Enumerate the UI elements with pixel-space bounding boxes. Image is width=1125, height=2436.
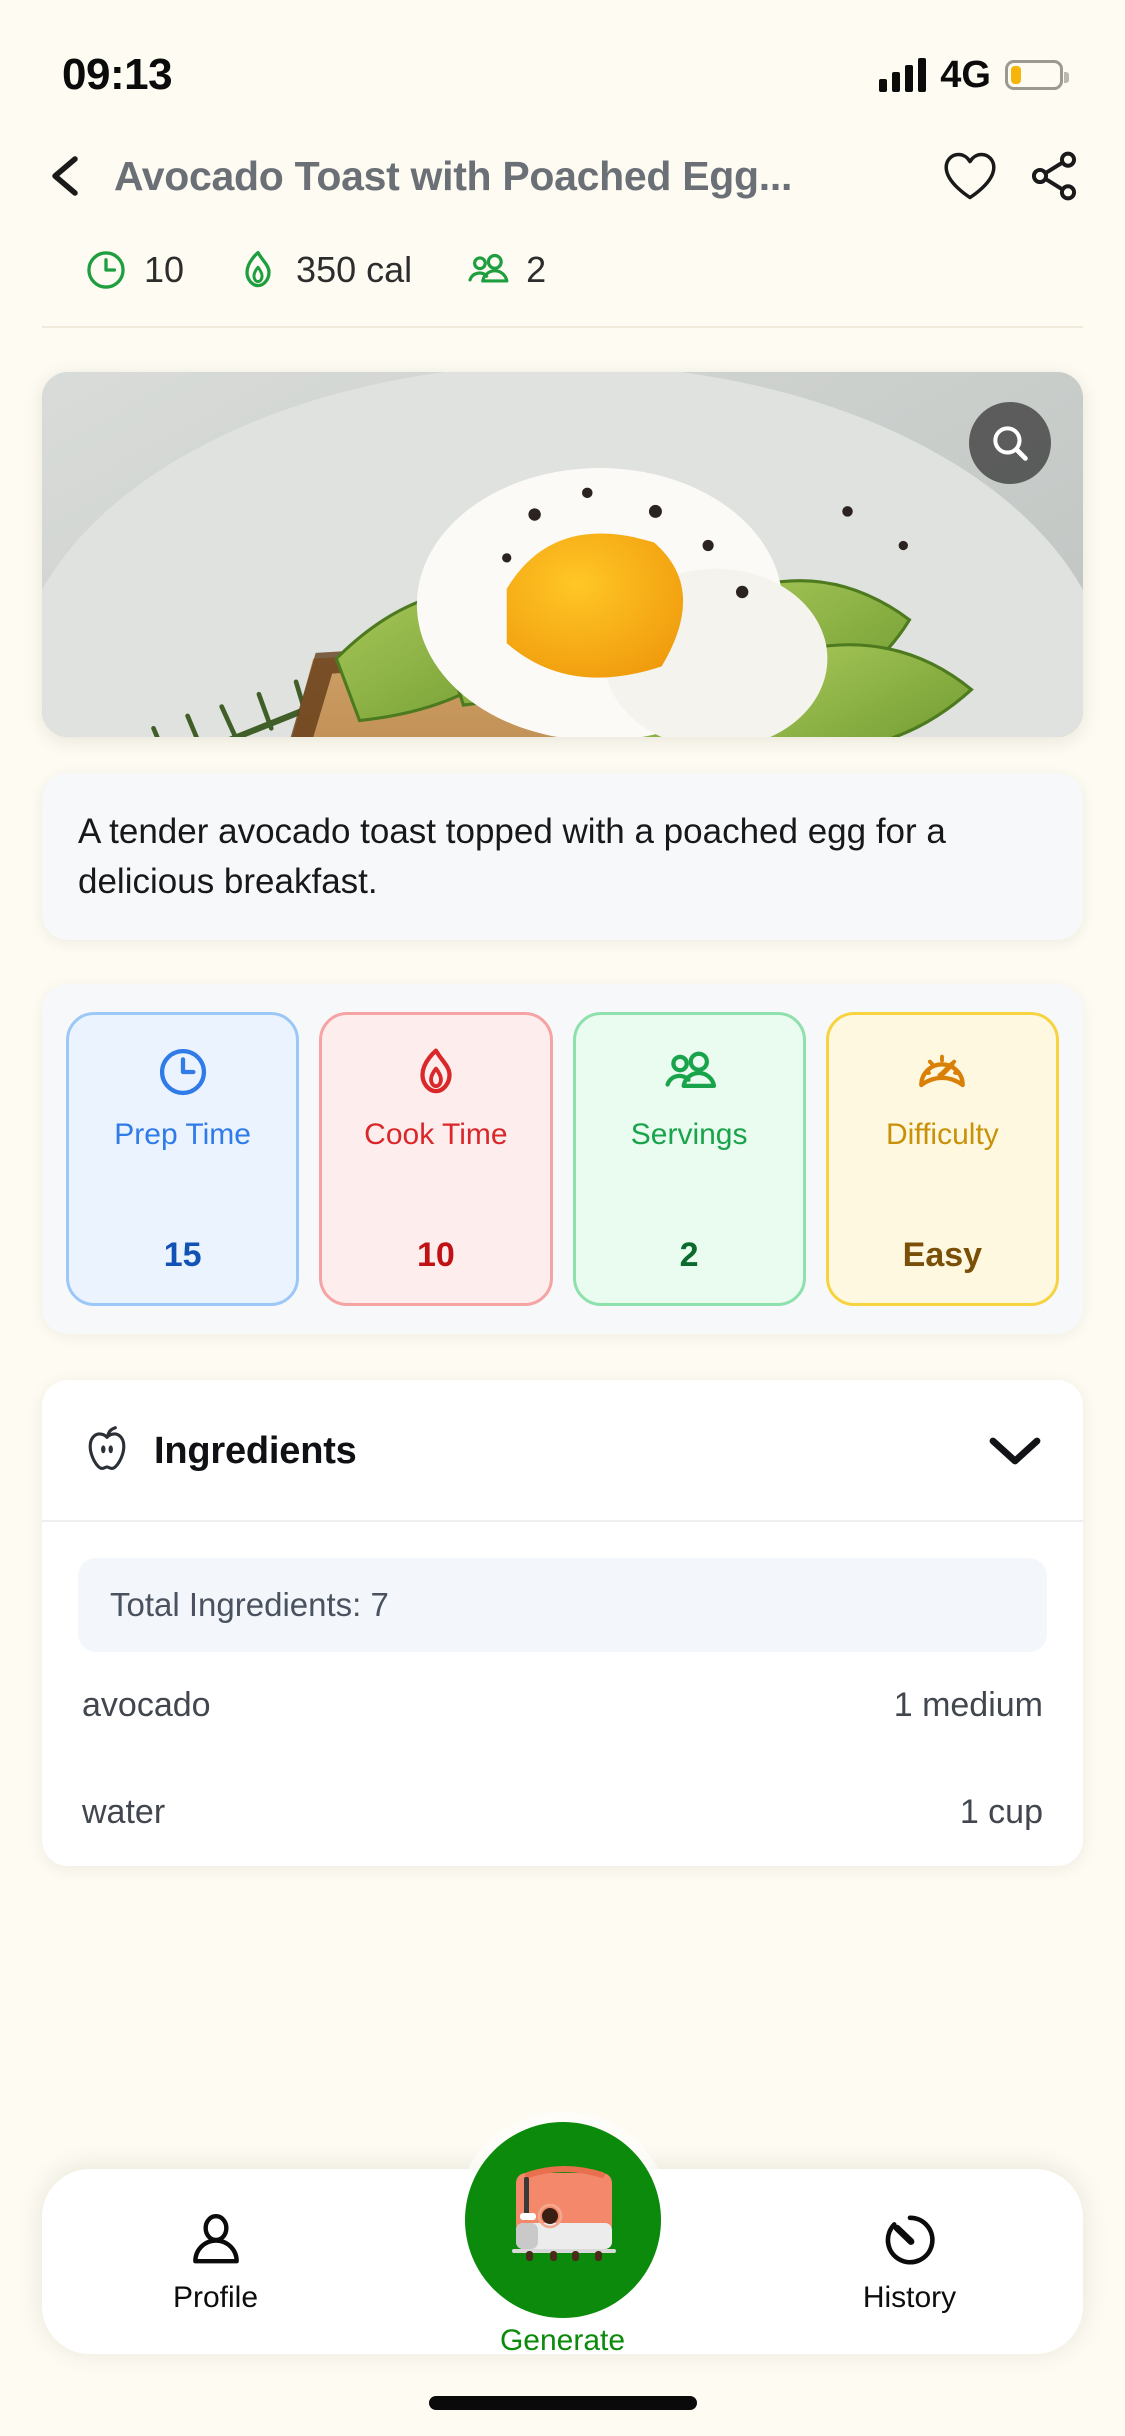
battery-low-icon [1005,60,1069,90]
nav-label-history: History [862,2280,957,2314]
status-bar: 09:13 4G [0,0,1125,120]
quick-stat-calories: 350 cal [236,248,412,292]
total-ingredients-badge: Total Ingredients: 7 [78,1558,1047,1653]
quick-stat-calories-value: 350 cal [296,249,413,290]
nav-label-profile: Profile [172,2280,259,2314]
back-button[interactable] [42,153,88,199]
app-screen: 09:13 4G Avocado Toast with Poached Egg.… [0,0,1125,2436]
flame-icon [245,250,271,288]
description-card: A tender avocado toast topped with a poa… [42,773,1083,941]
page-title: Avocado Toast with Poached Egg... [114,152,793,199]
metric-value-difficulty: Easy [902,1236,983,1275]
home-indicator [428,2396,697,2410]
metric-label-servings: Servings [630,1118,748,1152]
avocado-toast-poached-egg-photo [42,372,1083,737]
scroll-content: A tender avocado toast topped with a poa… [0,372,1125,1867]
quick-stat-time: 10 [84,248,184,292]
person-icon [192,2213,239,2263]
header-divider [42,326,1083,328]
metric-value-cook-time: 10 [416,1236,455,1275]
metric-label-cook-time: Cook Time [364,1118,508,1152]
ingredients-header[interactable]: Ingredients [42,1380,1083,1520]
search-icon [993,426,1028,461]
metric-value-prep-time: 15 [163,1236,202,1275]
quick-stat-time-value: 10 [144,249,185,290]
clock-icon [87,251,125,289]
ingredients-body: Total Ingredients: 7 avocado 1 medium wa… [42,1522,1083,1866]
description-text: A tender avocado toast topped with a poa… [78,812,946,901]
generate-button[interactable]: Generate [443,2122,683,2358]
history-icon [885,2214,935,2265]
metric-card-prep-time[interactable]: Prep Time 15 [66,1012,300,1307]
favorite-button[interactable] [941,147,999,205]
clock-icon [156,1041,210,1103]
table-row[interactable]: water 1 cup [78,1759,1047,1866]
metric-card-cook-time[interactable]: Cook Time 10 [319,1012,553,1307]
network-type-label: 4G [940,53,991,96]
metric-value-servings: 2 [679,1236,699,1275]
ingredients-card: Ingredients Total Ingredients: 7 avocado… [42,1380,1083,1867]
generate-label: Generate [499,2324,626,2357]
quick-stats-row: 10 350 cal 2 [42,232,1083,326]
gauge-icon [914,1041,970,1103]
heart-outline-icon [944,152,996,200]
toaster-icon [511,2166,616,2261]
ingredients-title: Ingredients [154,1429,357,1472]
ingredient-name: water [82,1793,166,1832]
share-button[interactable] [1025,147,1083,205]
image-search-button[interactable] [969,402,1051,484]
recipe-photo [42,372,1083,737]
quick-stat-servings: 2 [464,248,546,292]
metric-card-difficulty[interactable]: Difficulty Easy [825,1012,1059,1307]
metric-label-prep-time: Prep Time [114,1118,251,1152]
people-icon [660,1041,718,1103]
ingredient-amount: 1 medium [893,1686,1043,1725]
metric-label-difficulty: Difficulty [885,1118,999,1152]
status-indicators: 4G [879,53,1069,97]
nav-item-history[interactable]: History [810,2209,1010,2315]
signal-bars-icon [879,58,927,92]
nav-item-profile[interactable]: Profile [116,2209,316,2315]
ingredient-name: avocado [82,1686,211,1725]
metric-card-servings[interactable]: Servings 2 [572,1012,806,1307]
people-icon [468,253,509,283]
ingredient-amount: 1 cup [959,1793,1043,1832]
apple-icon [88,1426,126,1471]
table-row[interactable]: avocado 1 medium [78,1652,1047,1759]
chevron-down-icon[interactable] [987,1431,1043,1471]
generate-fab[interactable] [464,2122,661,2318]
app-header: Avocado Toast with Poached Egg... 10 350… [0,120,1125,328]
flame-icon [409,1041,463,1103]
quick-stat-servings-value: 2 [526,249,547,290]
chevron-left-icon [52,156,78,196]
metrics-row: Prep Time 15 Cook Time 10 Servings 2 Dif… [42,984,1083,1335]
share-icon [1031,151,1077,201]
status-time: 09:13 [62,50,173,99]
